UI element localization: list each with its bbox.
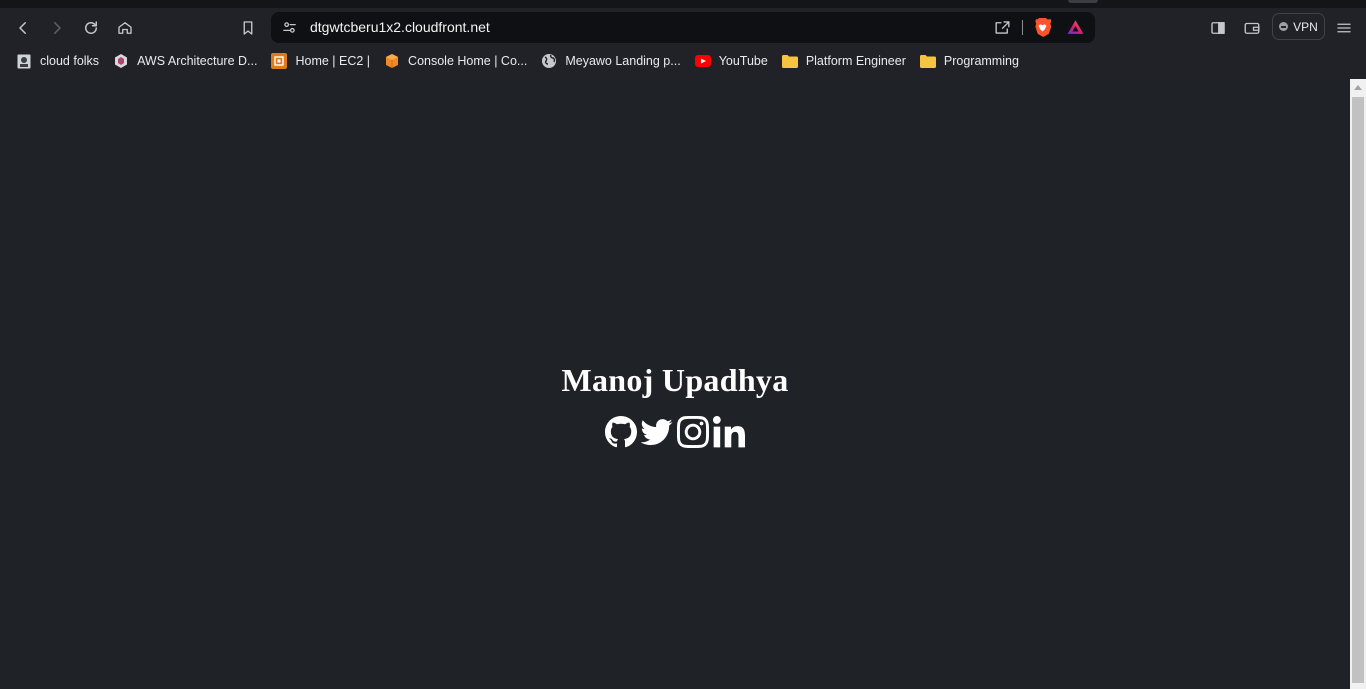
share-icon[interactable] bbox=[993, 18, 1012, 37]
bookmark-icon bbox=[243, 21, 253, 35]
bookmark-label: AWS Architecture D... bbox=[137, 54, 258, 68]
window-top-strip bbox=[0, 0, 1366, 8]
bookmark-youtube[interactable]: YouTube bbox=[693, 49, 776, 73]
sidebar-toggle-button[interactable] bbox=[1204, 14, 1232, 42]
vpn-button[interactable]: VPN bbox=[1272, 13, 1325, 40]
url-text[interactable]: dtgwtcberu1x2.cloudfront.net bbox=[310, 19, 490, 35]
twitter-icon bbox=[641, 419, 673, 446]
bookmark-label: Platform Engineer bbox=[805, 54, 906, 68]
github-link[interactable] bbox=[604, 415, 638, 449]
bookmark-page-button[interactable] bbox=[234, 14, 262, 42]
bookmark-label: Home | EC2 | bbox=[295, 54, 371, 68]
forward-button[interactable] bbox=[43, 14, 71, 42]
site-settings-icon[interactable] bbox=[281, 19, 298, 36]
social-links bbox=[0, 415, 1350, 449]
browser-toolbar: dtgwtcberu1x2.cloudfront.net VPN bbox=[0, 8, 1366, 48]
address-bar[interactable]: dtgwtcberu1x2.cloudfront.net bbox=[271, 12, 1095, 43]
bookmark-meyawo[interactable]: Meyawo Landing p... bbox=[539, 49, 688, 73]
bookmark-aws-architecture[interactable]: AWS Architecture D... bbox=[111, 49, 265, 73]
bookmark-label: Meyawo Landing p... bbox=[565, 54, 681, 68]
main-menu-button[interactable] bbox=[1330, 14, 1358, 42]
profile-section: Manoj Upadhya bbox=[0, 362, 1350, 449]
reload-button[interactable] bbox=[77, 14, 105, 42]
scroll-up-arrow-icon[interactable] bbox=[1354, 85, 1362, 90]
page-viewport: Manoj Upadhya bbox=[0, 79, 1350, 689]
bookmark-label: Programming bbox=[943, 54, 1019, 68]
globe-favicon bbox=[541, 53, 557, 69]
home-button[interactable] bbox=[111, 14, 139, 42]
ec2-favicon bbox=[271, 53, 288, 69]
home-icon bbox=[118, 22, 132, 34]
bookmark-folder-programming[interactable]: Programming bbox=[918, 49, 1027, 73]
folder-icon bbox=[919, 53, 936, 69]
vertical-scrollbar[interactable] bbox=[1350, 79, 1366, 689]
brave-rewards-icon[interactable] bbox=[1066, 18, 1085, 37]
bookmark-label: Console Home | Co... bbox=[408, 54, 528, 68]
vpn-label: VPN bbox=[1293, 19, 1318, 34]
bookmark-folder-platform-engineer[interactable]: Platform Engineer bbox=[780, 49, 914, 73]
wallet-button[interactable] bbox=[1238, 14, 1266, 42]
back-button[interactable] bbox=[9, 14, 37, 42]
reload-icon bbox=[85, 21, 97, 34]
bookmark-cloud-folks[interactable]: cloud folks bbox=[14, 49, 107, 73]
youtube-favicon bbox=[694, 53, 711, 69]
forward-arrow-icon bbox=[54, 22, 61, 34]
bookmark-label: cloud folks bbox=[40, 54, 100, 68]
linkedin-link[interactable] bbox=[712, 415, 746, 449]
vpn-status-icon bbox=[1279, 22, 1289, 31]
cloud-folks-favicon bbox=[16, 53, 32, 69]
github-icon bbox=[605, 416, 637, 448]
aws-console-favicon bbox=[384, 53, 400, 69]
aws-architecture-favicon bbox=[113, 53, 129, 69]
scrollbar-thumb[interactable] bbox=[1352, 97, 1364, 683]
twitter-link[interactable] bbox=[640, 415, 674, 449]
instagram-link[interactable] bbox=[676, 415, 710, 449]
folder-icon bbox=[781, 53, 798, 69]
tab-strip-handle[interactable] bbox=[1068, 0, 1098, 3]
wallet-icon bbox=[1244, 22, 1260, 34]
bookmark-home-ec2[interactable]: Home | EC2 | bbox=[269, 49, 378, 73]
linkedin-icon bbox=[713, 416, 745, 448]
profile-name: Manoj Upadhya bbox=[561, 362, 789, 398]
brave-shields-icon[interactable] bbox=[1033, 17, 1052, 38]
address-bar-divider bbox=[1022, 20, 1023, 35]
sidebar-icon bbox=[1211, 22, 1225, 34]
bookmarks-bar: cloud folks AWS Architecture D... Home |… bbox=[0, 48, 1366, 74]
bookmark-label: YouTube bbox=[718, 54, 768, 68]
instagram-icon bbox=[677, 416, 709, 448]
hamburger-menu-icon bbox=[1337, 23, 1351, 33]
bookmark-console-home[interactable]: Console Home | Co... bbox=[382, 49, 535, 73]
back-arrow-icon bbox=[19, 22, 26, 34]
